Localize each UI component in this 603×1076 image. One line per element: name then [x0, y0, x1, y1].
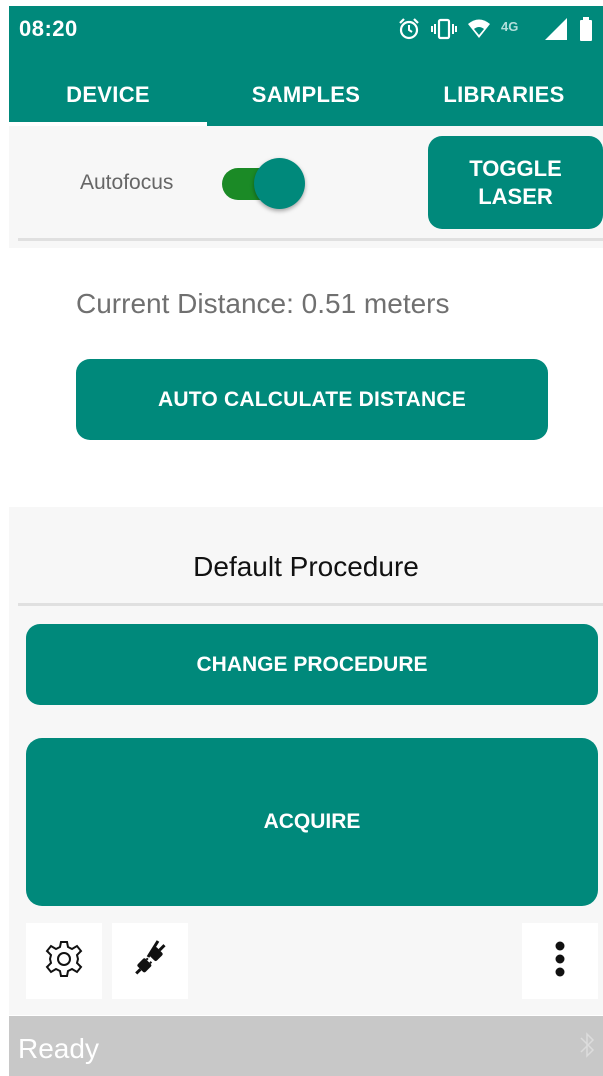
status-footer: Ready [9, 1016, 603, 1076]
network-4g-icon: 4G [501, 17, 533, 41]
tab-device[interactable]: DEVICE [9, 64, 207, 126]
gear-icon [44, 939, 84, 984]
procedure-name: Default Procedure [193, 551, 419, 582]
alarm-icon [397, 17, 421, 41]
autofocus-switch[interactable] [222, 158, 306, 210]
current-distance-text: Current Distance: 0.51 meters [76, 288, 450, 319]
vibrate-icon [431, 17, 457, 41]
connection-status: Ready [18, 1033, 99, 1064]
tab-bar: DEVICE SAMPLES LIBRARIES [9, 64, 603, 126]
tab-libraries[interactable]: LIBRARIES [405, 64, 603, 126]
divider [18, 603, 603, 606]
bluetooth-icon [579, 1030, 595, 1065]
tab-samples[interactable]: SAMPLES [207, 64, 405, 126]
plug-disconnected-icon [128, 937, 172, 986]
status-icons: 4G [397, 12, 593, 46]
auto-calculate-distance-button[interactable]: AUTO CALCULATE DISTANCE [76, 359, 548, 440]
autofocus-panel: Autofocus TOGGLE LASER [9, 126, 603, 248]
change-procedure-button[interactable]: CHANGE PROCEDURE [26, 624, 598, 705]
autofocus-label: Autofocus [80, 171, 174, 194]
settings-button[interactable] [26, 923, 102, 999]
signal-icon [543, 16, 569, 42]
more-vert-icon [553, 939, 567, 984]
battery-icon [579, 16, 593, 42]
app-header: 08:20 4G DEVICE SAMPLES LIBRARIES [9, 6, 603, 126]
wifi-icon [467, 18, 491, 40]
divider [18, 238, 603, 241]
acquire-button[interactable]: ACQUIRE [26, 738, 598, 906]
switch-thumb [254, 158, 305, 209]
toggle-laser-button[interactable]: TOGGLE LASER [428, 136, 603, 229]
procedure-panel: Default Procedure CHANGE PROCEDURE ACQUI… [9, 507, 603, 1015]
app-screen: 08:20 4G DEVICE SAMPLES LIBRARIES Autofo… [0, 0, 603, 1076]
overflow-menu-button[interactable] [522, 923, 598, 999]
svg-text:4G: 4G [501, 19, 518, 34]
connect-button[interactable] [112, 923, 188, 999]
status-time: 08:20 [19, 16, 78, 41]
